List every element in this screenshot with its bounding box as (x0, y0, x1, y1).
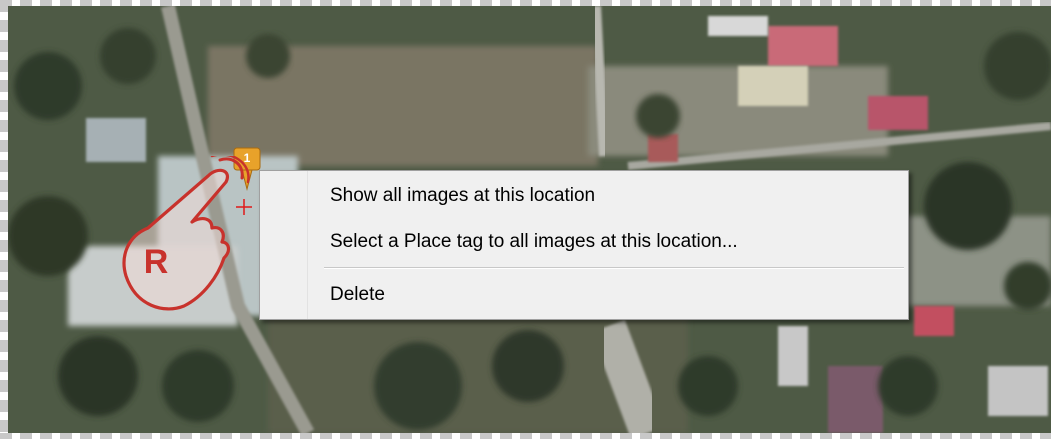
context-menu: Show all images at this location Select … (259, 170, 909, 320)
frame-border-top (0, 0, 1051, 6)
gesture-letter: R (143, 243, 169, 281)
menu-item-show-all-images[interactable]: Show all images at this location (316, 179, 900, 213)
frame-border-bottom (0, 433, 1051, 439)
menu-item-delete[interactable]: Delete (316, 278, 900, 312)
right-click-hand-icon: R (108, 156, 268, 326)
map-view-frame: 1 R Show all images at this location Sel… (0, 0, 1051, 439)
menu-separator (324, 267, 904, 269)
menu-icon-gutter (260, 171, 308, 319)
menu-item-select-place-tag[interactable]: Select a Place tag to all images at this… (316, 225, 900, 259)
frame-border-left (0, 0, 8, 439)
